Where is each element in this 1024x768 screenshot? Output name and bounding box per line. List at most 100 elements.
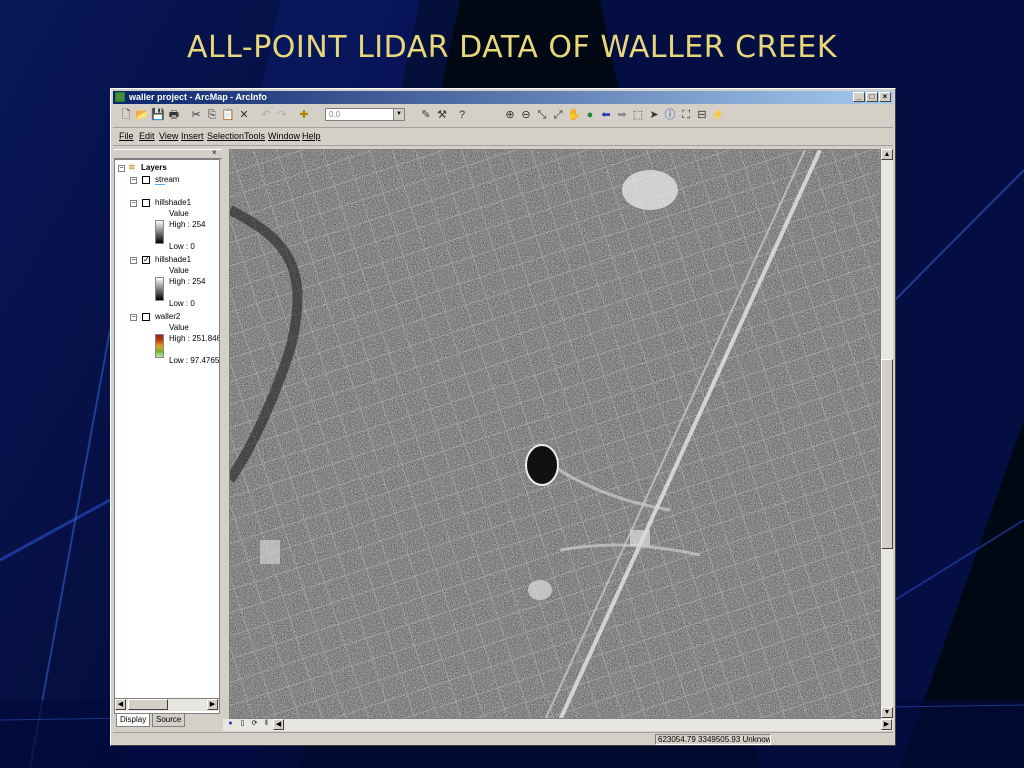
delete-icon[interactable]: ✕ [237,108,251,122]
zoom-out-icon[interactable]: ⊖ [519,108,533,122]
toc-grip[interactable] [114,149,222,159]
window-title: waller project - ArcMap - ArcInfo [129,92,267,102]
copy-icon[interactable]: ⎘ [205,108,219,122]
find-binoculars-icon[interactable]: ⛶ [679,108,693,122]
legend-low: Low : 0 [169,242,195,251]
back-arrow-icon[interactable]: ⬅ [599,108,613,122]
menu-tools[interactable]: Tools [244,131,265,141]
table-of-contents: − ≋ Layers − stream − hillshade1 Value H… [114,159,220,714]
map-scale-field[interactable]: 0.0 ▼ [325,108,405,121]
menu-help[interactable]: Help [302,131,321,141]
expand-collapse-icon[interactable]: − [118,165,125,172]
stream-line-symbol [155,184,165,185]
fixed-zoom-out-icon[interactable]: ⤢ [551,108,565,122]
lidar-hillshade-image [230,150,880,718]
grayscale-ramp [155,220,164,244]
scroll-right-icon[interactable]: ▶ [207,699,218,710]
measure-icon[interactable]: ⊟ [695,108,709,122]
cut-icon[interactable]: ✂ [189,108,203,122]
window-titlebar[interactable]: waller project - ArcMap - ArcInfo _ □ × [113,91,893,104]
whats-this-icon[interactable]: ? [455,108,469,122]
pan-hand-icon[interactable]: ✋ [567,108,581,122]
legend-low: Low : 97.4765 [169,356,220,365]
menu-selection[interactable]: Selection [207,131,244,141]
menu-edit[interactable]: Edit [139,131,155,141]
legend-low: Low : 0 [169,299,195,308]
layers-icon: ≋ [128,162,136,172]
layout-view-icon[interactable]: ▯ [237,719,248,730]
scroll-down-icon[interactable]: ▼ [881,707,893,718]
slide-title: ALL-POINT LIDAR DATA OF WALLER CREEK [186,30,838,65]
legend-title: Value [169,323,189,332]
elevation-color-ramp [155,334,164,358]
menu-file[interactable]: File [119,131,134,141]
coordinate-readout: 623054.79 3349505.93 Unknown [655,734,771,745]
undo-icon[interactable]: ↶ [259,108,273,122]
toc-close-icon[interactable]: × [212,149,217,157]
layer-checkbox-hillshade1[interactable] [142,199,150,207]
arctoolbox-icon[interactable]: ⚒ [435,108,449,122]
chevron-down-icon[interactable]: ▼ [393,109,404,120]
arcmap-icon [115,92,125,102]
maximize-button[interactable]: □ [866,92,878,102]
paste-icon[interactable]: 📋 [221,108,235,122]
scroll-thumb[interactable] [128,699,168,710]
arcmap-window: waller project - ArcMap - ArcInfo _ □ × … [110,88,896,746]
map-display[interactable] [229,149,881,719]
menu-window[interactable]: Window [268,131,300,141]
fixed-zoom-in-icon[interactable]: ⤡ [535,108,549,122]
pause-drawing-icon[interactable]: ‖ [261,719,272,730]
forward-arrow-icon[interactable]: ➡ [615,108,629,122]
identify-icon[interactable]: ⓘ [663,108,677,122]
scroll-thumb[interactable] [881,359,893,549]
hyperlink-icon[interactable]: ⚡ [711,108,725,122]
layer-name-hillshade1[interactable]: hillshade1 [155,255,191,264]
new-document-icon[interactable]: 🗋 [119,108,133,122]
select-elements-icon[interactable]: ➤ [647,108,661,122]
menu-bar: File Edit View Insert Selection Tools Wi… [113,129,893,146]
tab-display[interactable]: Display [116,714,151,727]
toc-horizontal-scrollbar[interactable]: ◀ ▶ [115,698,219,711]
layer-checkbox-waller2[interactable] [142,313,150,321]
scroll-left-icon[interactable]: ◀ [273,719,284,730]
data-frame-layers[interactable]: Layers [141,163,167,172]
expand-collapse-icon[interactable]: − [130,257,137,264]
redo-icon[interactable]: ↷ [275,108,289,122]
minimize-button[interactable]: _ [853,92,865,102]
expand-collapse-icon[interactable]: − [130,314,137,321]
expand-collapse-icon[interactable]: − [130,200,137,207]
layer-name-waller2[interactable]: waller2 [155,312,180,321]
legend-high: High : 254 [169,220,206,229]
select-features-icon[interactable]: ⬚ [631,108,645,122]
full-extent-globe-icon[interactable]: ● [583,108,597,122]
status-bar: 623054.79 3349505.93 Unknown [113,732,893,746]
open-folder-icon[interactable]: 📂 [135,108,149,122]
expand-collapse-icon[interactable]: − [130,177,137,184]
print-icon[interactable]: 🖶 [167,108,181,122]
layer-checkbox-stream[interactable] [142,176,150,184]
layer-name-hillshade1[interactable]: hillshade1 [155,198,191,207]
legend-title: Value [169,266,189,275]
tab-source[interactable]: Source [152,714,186,727]
zoom-in-icon[interactable]: ⊕ [503,108,517,122]
map-scale-value: 0.0 [329,110,341,119]
scroll-right-icon[interactable]: ▶ [881,719,892,730]
refresh-icon[interactable]: ⟳ [249,719,260,730]
map-vertical-scrollbar[interactable]: ▲ ▼ [881,149,893,719]
legend-title: Value [169,209,189,218]
menu-insert[interactable]: Insert [181,131,204,141]
save-icon[interactable]: 💾 [151,108,165,122]
layer-name-stream[interactable]: stream [155,175,179,184]
editor-icon[interactable]: ✎ [419,108,433,122]
add-data-icon[interactable]: ✚ [297,108,311,122]
scroll-up-icon[interactable]: ▲ [881,149,893,160]
data-view-icon[interactable]: ● [225,719,236,730]
map-horizontal-scrollbar[interactable]: ● ▯ ⟳ ‖ ◀ ▶ [223,719,893,731]
legend-high: High : 251.846 [169,334,220,343]
scroll-left-icon[interactable]: ◀ [115,699,126,710]
layer-checkbox-hillshade1-checked[interactable]: ✓ [142,256,150,264]
standard-toolbar: 🗋 📂 💾 🖶 ✂ ⎘ 📋 ✕ ↶ ↷ ✚ 0.0 ▼ ✎ ⚒ ? ⊕ ⊖ ⤡ … [113,105,893,128]
close-button[interactable]: × [879,92,891,102]
menu-view[interactable]: View [159,131,178,141]
grayscale-ramp [155,277,164,301]
